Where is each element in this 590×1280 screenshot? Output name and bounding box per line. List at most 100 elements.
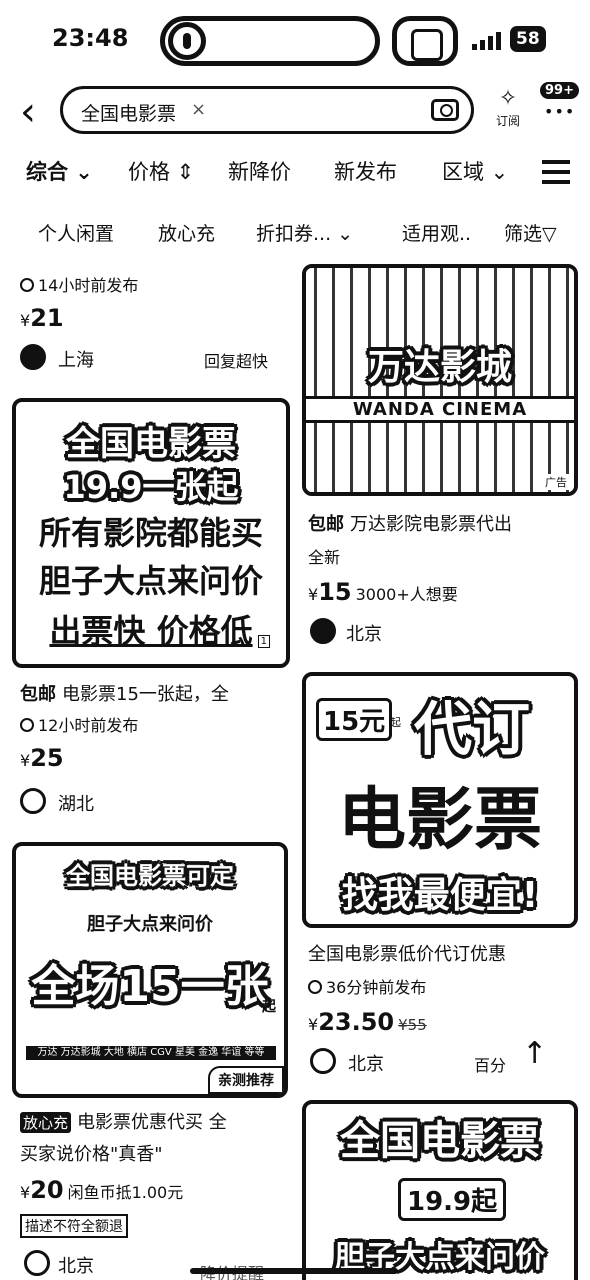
sort-tabs: 综合 ⌄ 价格 ⇕ 新降价 新发布 区域 ⌄ bbox=[0, 156, 590, 192]
product-title: 包邮 万达影院电影票代出 bbox=[308, 510, 512, 536]
messages-button[interactable]: 99+ ••• bbox=[536, 80, 582, 126]
publish-time: 36分钟前发布 bbox=[308, 974, 426, 998]
free-shipping-tag: 包邮 bbox=[20, 684, 56, 705]
product-image[interactable]: 15元 起 代订 电影票 找我最便宜! bbox=[302, 672, 578, 928]
price-value: 15 bbox=[318, 578, 352, 606]
price-value: 25 bbox=[30, 744, 64, 772]
original-price: ¥55 bbox=[398, 1016, 427, 1034]
product-card[interactable]: 万达影城 WANDA CINEMA 广告 包邮 万达影院电影票代出 全新 ¥15 3… bbox=[302, 264, 578, 654]
image-search-camera-icon[interactable] bbox=[431, 99, 459, 121]
seller-avatar[interactable] bbox=[24, 1250, 50, 1276]
product-title: 包邮 电影票15一张起，全 bbox=[20, 680, 229, 706]
filter-discount-coupon[interactable]: 折扣券... ⌄ bbox=[256, 218, 353, 250]
publish-time-text: 12小时前发布 bbox=[38, 716, 139, 735]
publish-time: 12小时前发布 bbox=[20, 712, 138, 736]
seller-avatar[interactable] bbox=[20, 788, 46, 814]
filter-chips: 个人闲置 放心充 折扣券... ⌄ 适用观.. 筛选▽ bbox=[0, 218, 590, 252]
guarantee-box: 描述不符全额退 bbox=[20, 1214, 128, 1238]
list-layout-icon[interactable] bbox=[542, 158, 570, 186]
status-time: 23:48 bbox=[52, 24, 129, 52]
seller-location: 北京 bbox=[348, 1054, 384, 1075]
product-card[interactable]: 全国电影票可定 胆子大点来问价 全场15一张 起 万达 万达影城 大地 横店 C… bbox=[12, 842, 290, 1280]
filter-button[interactable]: 筛选▽ bbox=[504, 218, 557, 250]
image-text-line: 万达影城 bbox=[367, 347, 512, 388]
publish-time-text: 14小时前发布 bbox=[38, 276, 139, 295]
seller-note: 回复超快 bbox=[204, 352, 269, 371]
product-image[interactable]: 全国电影票 19.9起 胆子大点来问价 bbox=[302, 1100, 578, 1280]
filter-applicable[interactable]: 适用观.. bbox=[402, 218, 471, 250]
image-text-line: 胆子大点来问价 bbox=[87, 914, 213, 935]
price: ¥15 3000+人想要 bbox=[308, 578, 458, 606]
search-query[interactable]: 全国电影票 bbox=[81, 99, 176, 126]
coin-deduction: 闲鱼币抵1.00元 bbox=[67, 1183, 184, 1202]
image-text-line: 15元 bbox=[316, 698, 393, 741]
price-value: 20 bbox=[30, 1176, 64, 1204]
clock-icon bbox=[20, 718, 34, 732]
search-bar[interactable]: 全国电影票 × bbox=[60, 86, 474, 134]
image-text-line: 所有影院都能买 bbox=[38, 514, 263, 552]
image-text-line: 19.9起 bbox=[398, 1178, 507, 1221]
product-title-text: 万达影院电影票代出 bbox=[350, 514, 512, 535]
image-text-line: 19.9一张起 bbox=[63, 468, 239, 506]
seller-avatar[interactable] bbox=[310, 618, 336, 644]
seller-location: 上海 bbox=[58, 350, 94, 371]
want-count: 3000+人想要 bbox=[355, 585, 458, 604]
subscribe-button[interactable]: ✧ 订阅 bbox=[488, 86, 528, 129]
message-count-badge: 99+ bbox=[540, 82, 579, 99]
seller-avatar[interactable] bbox=[20, 344, 46, 370]
product-title: 全国电影票低价代订优惠 bbox=[308, 944, 506, 965]
clear-search-icon[interactable]: × bbox=[191, 99, 206, 120]
price-value: 23.50 bbox=[318, 1008, 395, 1036]
price: ¥23.50 ¥55 bbox=[308, 1008, 427, 1036]
tab-new-listing[interactable]: 新发布 bbox=[334, 156, 397, 188]
tab-price-drop[interactable]: 新降价 bbox=[228, 156, 291, 188]
tab-price[interactable]: 价格 ⇕ bbox=[128, 156, 194, 188]
seller-location: 湖北 bbox=[58, 794, 94, 815]
filter-safe-recharge[interactable]: 放心充 bbox=[158, 218, 215, 250]
price: ¥25 bbox=[20, 744, 64, 772]
product-card[interactable]: 15元 起 代订 电影票 找我最便宜! 全国电影票低价代订优惠 36分钟前发布 … bbox=[302, 672, 578, 1082]
product-image[interactable]: 全国电影票 19.9一张起 所有影院都能买 胆子大点来问价 出票快 价格低 1 bbox=[12, 398, 290, 668]
product-card[interactable]: 全国电影票 19.9起 胆子大点来问价 bbox=[302, 1100, 578, 1280]
back-arrow-icon[interactable]: ‹ bbox=[20, 92, 36, 132]
filter-personal-idle[interactable]: 个人闲置 bbox=[38, 218, 114, 250]
status-bar: 23:48 58 bbox=[0, 0, 590, 80]
publish-time-text: 36分钟前发布 bbox=[326, 978, 427, 997]
product-card[interactable]: 全国电影票 19.9一张起 所有影院都能买 胆子大点来问价 出票快 价格低 1 … bbox=[12, 398, 290, 818]
product-subtitle: 买家说价格"真香" bbox=[20, 1144, 163, 1165]
price: ¥20 闲鱼币抵1.00元 bbox=[20, 1176, 183, 1204]
signal-icon bbox=[472, 30, 506, 50]
scroll-to-top-icon[interactable]: ↑ bbox=[522, 1036, 547, 1071]
currency: ¥ bbox=[20, 1183, 31, 1202]
currency: ¥ bbox=[308, 1015, 319, 1034]
image-small-text: 起 bbox=[390, 716, 401, 729]
seller-note: 百分 bbox=[474, 1056, 507, 1075]
clock-icon bbox=[308, 980, 322, 994]
product-title-text: 电影票优惠代买 全 bbox=[77, 1112, 227, 1133]
image-text-line: 万达 万达影城 大地 横店 CGV 星美 金逸 华谊 等等 bbox=[26, 1046, 276, 1060]
guarantee-label: 描述不符全额退 bbox=[20, 1214, 128, 1238]
more-icon: ••• bbox=[544, 102, 576, 121]
subscribe-label: 订阅 bbox=[495, 114, 520, 128]
image-text-line: 全场15一张 bbox=[31, 961, 269, 1012]
product-title-text: 电影票15一张起，全 bbox=[62, 684, 229, 705]
product-image[interactable]: 万达影城 WANDA CINEMA 广告 bbox=[302, 264, 578, 496]
publish-time: 14小时前发布 bbox=[20, 272, 138, 296]
product-card[interactable]: 14小时前发布 ¥21 上海 回复超快 bbox=[20, 268, 290, 378]
home-indicator[interactable] bbox=[190, 1268, 398, 1274]
tab-comprehensive[interactable]: 综合 ⌄ bbox=[26, 156, 93, 188]
tab-region[interactable]: 区域 ⌄ bbox=[442, 156, 508, 188]
currency: ¥ bbox=[20, 751, 31, 770]
product-image[interactable]: 全国电影票可定 胆子大点来问价 全场15一张 起 万达 万达影城 大地 横店 C… bbox=[12, 842, 288, 1098]
clock-icon bbox=[20, 278, 34, 292]
currency: ¥ bbox=[308, 585, 319, 604]
currency: ¥ bbox=[20, 311, 31, 330]
image-text-line: 全国电影票可定 bbox=[66, 862, 234, 890]
camera-indicator-icon bbox=[392, 16, 458, 66]
product-title: 放心充 电影票优惠代买 全 bbox=[20, 1108, 227, 1134]
seller-avatar[interactable] bbox=[310, 1048, 336, 1074]
safe-recharge-tag: 放心充 bbox=[20, 1112, 72, 1133]
product-condition: 全新 bbox=[308, 548, 341, 567]
recommend-badge: 亲测推荐 bbox=[208, 1066, 284, 1094]
image-text-line: 胆子大点来问价 bbox=[38, 562, 263, 600]
